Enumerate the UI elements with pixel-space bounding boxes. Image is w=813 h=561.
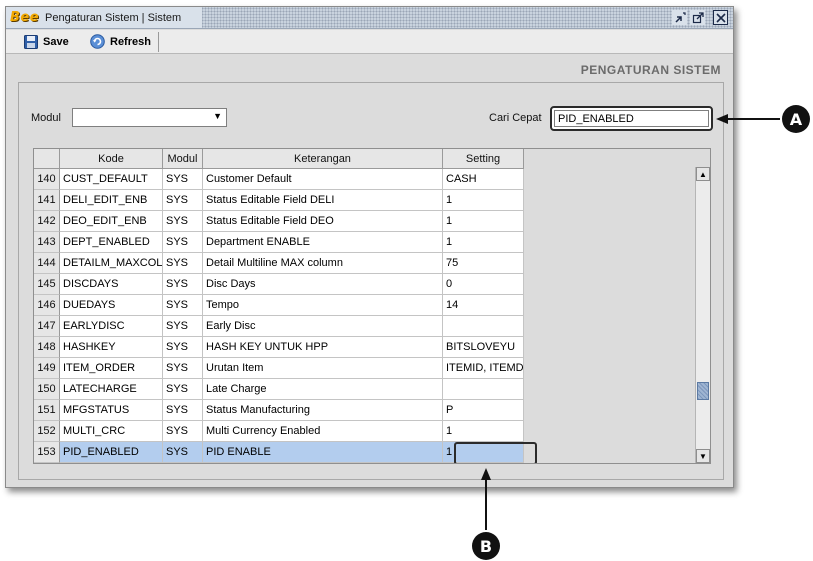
callout-b: B [472,532,500,560]
callout-arrows [481,114,780,530]
callout-a: A [782,105,810,133]
